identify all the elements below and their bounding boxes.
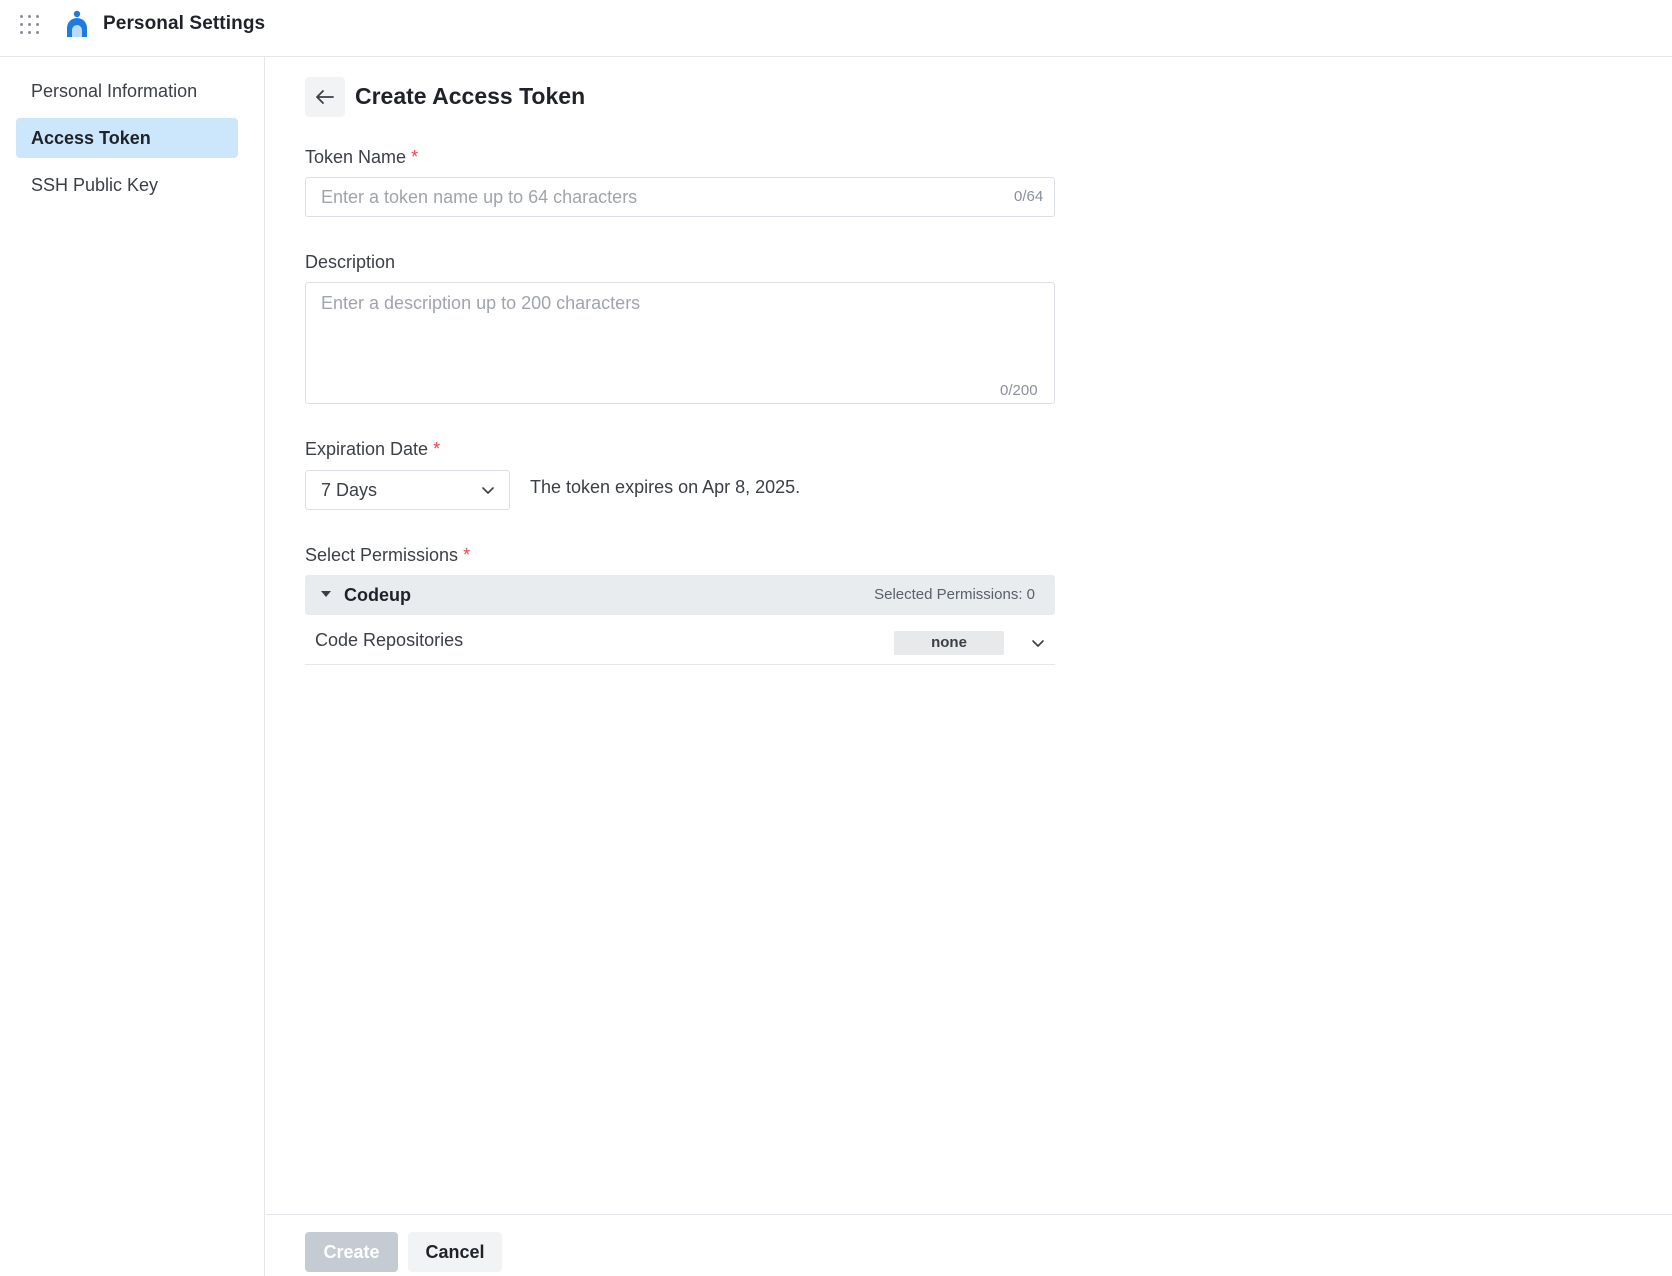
permissions-label: Select Permissions * xyxy=(305,545,470,566)
required-mark: * xyxy=(433,439,441,459)
sidebar-item-personal-information[interactable]: Personal Information xyxy=(16,71,238,111)
permission-level-select[interactable]: none xyxy=(894,631,1004,655)
permission-row: Code Repositories none xyxy=(305,620,1055,665)
create-button[interactable]: Create xyxy=(305,1232,398,1272)
expiration-select-value: 7 Days xyxy=(321,480,378,500)
chevron-down-icon xyxy=(482,487,494,494)
token-name-input[interactable] xyxy=(305,177,1055,217)
sidebar: Personal Information Access Token SSH Pu… xyxy=(0,57,265,1276)
description-textarea[interactable] xyxy=(305,282,1055,404)
apps-grid-icon[interactable] xyxy=(20,15,40,35)
expiration-label-text: Expiration Date xyxy=(305,439,429,459)
back-button[interactable] xyxy=(305,77,345,117)
person-logo-icon xyxy=(67,10,87,37)
expiration-note: The token expires on Apr 8, 2025. xyxy=(530,477,801,497)
expiration-label: Expiration Date * xyxy=(305,439,440,460)
token-name-label-text: Token Name xyxy=(305,147,407,167)
form-footer: Create Cancel xyxy=(266,1214,1672,1276)
cancel-button[interactable]: Cancel xyxy=(408,1232,502,1272)
description-label: Description xyxy=(305,252,396,272)
app-title: Personal Settings xyxy=(103,13,266,34)
arrow-left-icon xyxy=(316,90,334,104)
permissions-label-text: Select Permissions xyxy=(305,545,459,565)
token-name-label: Token Name * xyxy=(305,147,418,168)
main-content: Create Access Token Token Name* 0/64 Des… xyxy=(266,57,1672,1276)
top-bar: Personal Settings xyxy=(0,0,1672,57)
required-mark: * xyxy=(463,545,471,565)
required-mark: * xyxy=(411,147,419,167)
permission-name: Code Repositories xyxy=(315,630,464,650)
page-title: Create Access Token xyxy=(355,83,586,109)
caret-down-icon xyxy=(321,591,331,597)
sidebar-item-access-token[interactable]: Access Token xyxy=(16,118,238,158)
chevron-down-icon[interactable] xyxy=(1031,636,1045,650)
expiration-select[interactable]: 7 Days xyxy=(305,470,510,510)
permission-group-name: Codeup xyxy=(344,585,411,605)
selected-permissions-count: Selected Permissions: 0 xyxy=(874,586,1035,603)
permission-group-header[interactable]: Codeup Selected Permissions: 0 xyxy=(305,575,1055,615)
description-counter: 0/200 xyxy=(1000,382,1038,399)
token-name-counter: 0/64 xyxy=(1014,188,1044,205)
sidebar-item-ssh-public-key[interactable]: SSH Public Key xyxy=(16,165,238,205)
